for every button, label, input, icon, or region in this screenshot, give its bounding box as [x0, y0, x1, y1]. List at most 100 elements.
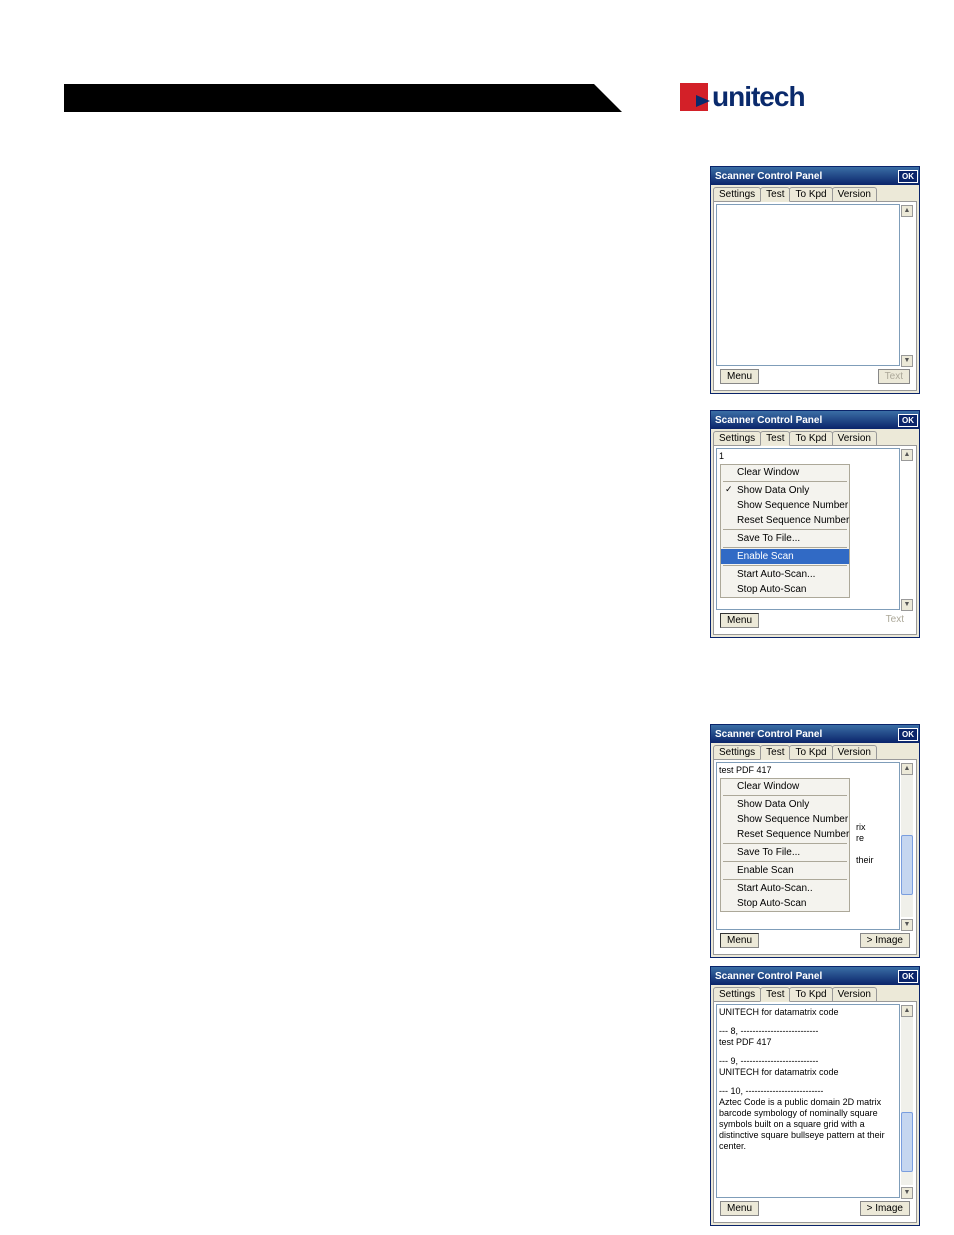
menu-item-enable-scan[interactable]: Enable Scan — [721, 863, 849, 878]
menu-separator — [723, 795, 847, 796]
tab-pane: 1 ▲ ▼ Clear Window Show Data Only Show S… — [713, 445, 917, 635]
tab-to-kpd[interactable]: To Kpd — [789, 187, 832, 201]
menu-item-show-data-only[interactable]: Show Data Only — [721, 483, 849, 498]
tab-to-kpd[interactable]: To Kpd — [789, 987, 832, 1001]
scroll-up-icon[interactable]: ▲ — [901, 763, 913, 775]
title-bar: Scanner Control Panel OK — [711, 167, 919, 185]
menu-item-reset-seq-num[interactable]: Reset Sequence Number — [721, 827, 849, 842]
brand-logo: unitech — [680, 78, 890, 116]
peek-text-their: their — [856, 855, 874, 865]
menu-button[interactable]: Menu — [720, 933, 759, 948]
output-line: --- 10, -------------------------- — [719, 1086, 897, 1097]
tab-pane: test PDF 417 ▲ ▼ rix re their Clear Wind… — [713, 759, 917, 955]
menu-item-enable-scan[interactable]: Enable Scan — [721, 549, 849, 564]
tab-strip: Settings Test To Kpd Version — [711, 185, 919, 201]
output-area: UNITECH for datamatrix code --- 8, -----… — [716, 1004, 900, 1198]
scroll-up-icon[interactable]: ▲ — [901, 205, 913, 217]
scroll-up-icon[interactable]: ▲ — [901, 1005, 913, 1017]
window-title: Scanner Control Panel — [715, 971, 822, 982]
menu-button[interactable]: Menu — [720, 613, 759, 628]
tab-test[interactable]: Test — [760, 187, 790, 202]
tab-to-kpd[interactable]: To Kpd — [789, 431, 832, 445]
scanner-panel-window-1: Scanner Control Panel OK Settings Test T… — [710, 166, 920, 394]
menu-item-stop-auto-scan[interactable]: Stop Auto-Scan — [721, 896, 849, 911]
menu-separator — [723, 565, 847, 566]
tab-test[interactable]: Test — [760, 745, 790, 760]
menu-item-clear-window[interactable]: Clear Window — [721, 465, 849, 480]
window-title: Scanner Control Panel — [715, 415, 822, 426]
scroll-up-icon[interactable]: ▲ — [901, 449, 913, 461]
output-line: --- 9, -------------------------- — [719, 1056, 897, 1067]
tab-strip: Settings Test To Kpd Version — [711, 743, 919, 759]
menu-item-show-data-only[interactable]: Show Data Only — [721, 797, 849, 812]
ok-button[interactable]: OK — [898, 414, 918, 427]
brand-logo-mark — [680, 83, 708, 111]
tab-version[interactable]: Version — [832, 987, 877, 1001]
scanner-panel-window-2: Scanner Control Panel OK Settings Test T… — [710, 410, 920, 638]
menu-item-show-seq-num[interactable]: Show Sequence Number — [721, 498, 849, 513]
title-bar: Scanner Control Panel OK — [711, 725, 919, 743]
tab-test[interactable]: Test — [760, 987, 790, 1002]
menu-separator — [723, 861, 847, 862]
tab-version[interactable]: Version — [832, 431, 877, 445]
ok-button[interactable]: OK — [898, 170, 918, 183]
menu-separator — [723, 481, 847, 482]
scanner-panel-window-4: Scanner Control Panel OK Settings Test T… — [710, 966, 920, 1226]
tab-settings[interactable]: Settings — [713, 745, 761, 759]
output-area — [716, 204, 900, 366]
ok-button[interactable]: OK — [898, 970, 918, 983]
header-bar — [64, 84, 594, 112]
menu-item-start-auto-scan[interactable]: Start Auto-Scan... — [721, 567, 849, 582]
tab-strip: Settings Test To Kpd Version — [711, 429, 919, 445]
menu-item-reset-seq-num[interactable]: Reset Sequence Number — [721, 513, 849, 528]
image-button[interactable]: > Image — [860, 1201, 910, 1216]
tab-settings[interactable]: Settings — [713, 187, 761, 201]
text-button[interactable]: Text — [880, 613, 910, 628]
menu-item-start-auto-scan[interactable]: Start Auto-Scan.. — [721, 881, 849, 896]
image-button[interactable]: > Image — [860, 933, 910, 948]
tab-settings[interactable]: Settings — [713, 431, 761, 445]
tab-version[interactable]: Version — [832, 187, 877, 201]
peek-text-rix: rix — [856, 822, 866, 832]
menu-item-clear-window[interactable]: Clear Window — [721, 779, 849, 794]
output-line: Aztec Code is a public domain 2D matrix … — [719, 1097, 897, 1152]
tab-pane: UNITECH for datamatrix code --- 8, -----… — [713, 1001, 917, 1223]
tab-strip: Settings Test To Kpd Version — [711, 985, 919, 1001]
output-line: test PDF 417 — [719, 765, 897, 776]
ok-button[interactable]: OK — [898, 728, 918, 741]
peek-text-re: re — [856, 833, 864, 843]
scroll-down-icon[interactable]: ▼ — [901, 599, 913, 611]
context-menu: Clear Window Show Data Only Show Sequenc… — [720, 464, 850, 598]
output-line: test PDF 417 — [719, 1037, 897, 1048]
header-bar-triangle — [594, 84, 622, 112]
scrollbar-thumb[interactable] — [901, 835, 913, 895]
scroll-down-icon[interactable]: ▼ — [901, 1187, 913, 1199]
tab-settings[interactable]: Settings — [713, 987, 761, 1001]
menu-separator — [723, 529, 847, 530]
tab-to-kpd[interactable]: To Kpd — [789, 745, 832, 759]
brand-logo-text: unitech — [712, 81, 805, 113]
output-line: UNITECH for datamatrix code — [719, 1067, 897, 1078]
tab-version[interactable]: Version — [832, 745, 877, 759]
menu-item-save-to-file[interactable]: Save To File... — [721, 845, 849, 860]
menu-button[interactable]: Menu — [720, 1201, 759, 1216]
scroll-down-icon[interactable]: ▼ — [901, 919, 913, 931]
title-bar: Scanner Control Panel OK — [711, 411, 919, 429]
scrollbar-thumb[interactable] — [901, 1112, 913, 1172]
menu-separator — [723, 879, 847, 880]
output-line: --- 8, -------------------------- — [719, 1026, 897, 1037]
tab-test[interactable]: Test — [760, 431, 790, 446]
scanner-panel-window-3: Scanner Control Panel OK Settings Test T… — [710, 724, 920, 958]
output-text-prefix: 1 — [719, 451, 724, 461]
menu-separator — [723, 843, 847, 844]
text-button[interactable]: Text — [878, 369, 910, 384]
output-line: UNITECH for datamatrix code — [719, 1007, 897, 1018]
window-title: Scanner Control Panel — [715, 171, 822, 182]
menu-item-show-seq-num[interactable]: Show Sequence Number — [721, 812, 849, 827]
title-bar: Scanner Control Panel OK — [711, 967, 919, 985]
menu-item-save-to-file[interactable]: Save To File... — [721, 531, 849, 546]
menu-item-stop-auto-scan[interactable]: Stop Auto-Scan — [721, 582, 849, 597]
scroll-down-icon[interactable]: ▼ — [901, 355, 913, 367]
menu-button[interactable]: Menu — [720, 369, 759, 384]
context-menu: Clear Window Show Data Only Show Sequenc… — [720, 778, 850, 912]
